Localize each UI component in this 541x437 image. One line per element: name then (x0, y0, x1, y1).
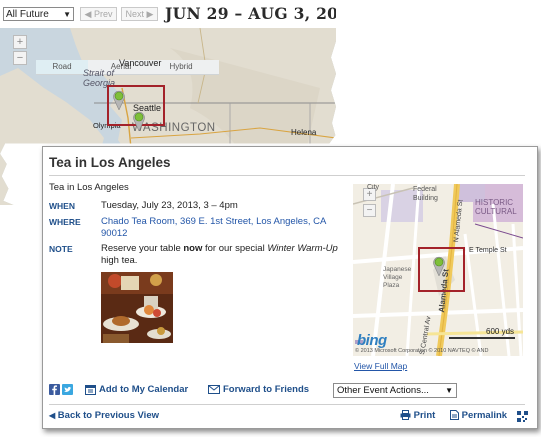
tea-photo-image (101, 272, 173, 343)
note-text: Reserve your table (101, 243, 184, 254)
venue-link-zip[interactable]: 90012 (101, 228, 127, 239)
title-divider (49, 175, 525, 176)
map2-label-cultural: CULTURAL (475, 207, 517, 216)
event-photo[interactable] (101, 272, 173, 343)
twitter-icon[interactable] (62, 384, 73, 395)
map2-label-e-temple: E Temple St (469, 247, 507, 254)
map2-label-historic: HISTORIC (475, 198, 514, 207)
map2-label-city: City (367, 184, 380, 191)
view-filter-select[interactable]: All Future ▼ (3, 7, 74, 21)
map2-label-federal: Federal (413, 186, 437, 193)
print-link[interactable]: Print (400, 410, 435, 421)
back-to-previous-view-link[interactable]: ◀ Back to Previous View (49, 410, 159, 421)
where-value: Chado Tea Room, 369 E. 1st Street, Los A… (101, 216, 326, 240)
event-detail-panel: Tea in Los Angeles Tea in Los Angeles WH… (42, 146, 538, 429)
map2-label-building: Building (413, 195, 438, 202)
event-actions-row: Add to My Calendar Forward to Friends Ot… (49, 383, 529, 399)
forward-email-icon (208, 385, 220, 394)
permalink-label: Permalink (461, 410, 508, 421)
print-label: Print (413, 410, 436, 421)
add-to-calendar-link[interactable]: Add to My Calendar (99, 384, 188, 395)
other-event-actions-value: Other Event Actions... (337, 385, 429, 396)
other-event-actions-select[interactable]: Other Event Actions... ▼ (333, 383, 457, 398)
when-value: Tuesday, July 23, 2013, 3 – 4pm (101, 200, 238, 211)
back-label: Back to Previous View (57, 410, 159, 421)
prev-button[interactable]: ◀ Prev (80, 7, 117, 21)
note-italic: Winter Warm-Up (267, 243, 338, 254)
note-bold: now (183, 243, 203, 254)
map-zoom-out-button[interactable]: − (13, 51, 27, 65)
map2-label-japanese-1: Japanese (383, 266, 412, 273)
permalink-link[interactable]: Permalink (450, 410, 507, 421)
printer-icon (400, 410, 411, 421)
map-pin-icon[interactable] (112, 90, 126, 110)
map2-label-japanese-2: Village (383, 274, 403, 281)
date-range-title: JUN 29 – AUG 3, 2013 (165, 4, 361, 23)
map-scale-label: 600 yds (486, 327, 515, 336)
map-zoom-out-button[interactable]: − (363, 204, 376, 217)
chevron-down-icon: ▼ (445, 386, 453, 395)
venue-link[interactable]: Chado Tea Room, 369 E. 1st Street, Los A… (101, 216, 326, 227)
map-copyright: © 2013 Microsoft Corporation © 2010 NAVT… (355, 348, 489, 354)
map-label-helena: Helena (291, 128, 317, 137)
footer-divider (49, 404, 525, 405)
map-zoom-in-button[interactable]: + (13, 35, 27, 49)
map-scale-bar (449, 337, 515, 339)
map-pin-icon[interactable] (432, 256, 446, 276)
event-location-map[interactable]: + − City Federal Building HISTORIC CULTU… (353, 184, 523, 356)
view-full-map-link[interactable]: View Full Map (354, 361, 407, 371)
chevron-down-icon: ▼ (63, 10, 71, 19)
view-filter-value: All Future (6, 9, 49, 20)
note-text-mid: for our special (202, 243, 268, 254)
map-label-vancouver: Vancouver (119, 58, 162, 68)
event-title: Tea in Los Angeles (49, 155, 171, 170)
qr-code-icon[interactable] (517, 411, 528, 422)
bing-logo: bing (357, 332, 387, 349)
note-label: NOTE (49, 244, 73, 254)
map2-label-japanese: Japanese Village Plaza (383, 266, 411, 290)
map2-label-japanese-3: Plaza (383, 282, 400, 289)
back-arrow-icon: ◀ (49, 411, 56, 420)
where-label: WHERE (49, 217, 81, 227)
next-button[interactable]: Next ▶ (121, 7, 158, 21)
note-text-line2: high tea. (101, 255, 138, 266)
forward-to-friends-link[interactable]: Forward to Friends (223, 384, 309, 395)
calendar-toolbar: All Future ▼ ◀ Prev Next ▶ JUN 29 – AUG … (0, 0, 336, 28)
note-value: Reserve your table now for our special W… (101, 243, 338, 267)
when-label: WHEN (49, 201, 75, 211)
tab-road[interactable]: Road (36, 60, 88, 74)
calendar-add-icon (85, 385, 96, 395)
facebook-icon[interactable] (49, 384, 60, 395)
tab-hybrid[interactable]: Hybrid (156, 60, 206, 74)
document-icon (450, 410, 459, 421)
event-subtitle: Tea in Los Angeles (49, 182, 129, 193)
map-pin-icon[interactable] (132, 111, 146, 131)
